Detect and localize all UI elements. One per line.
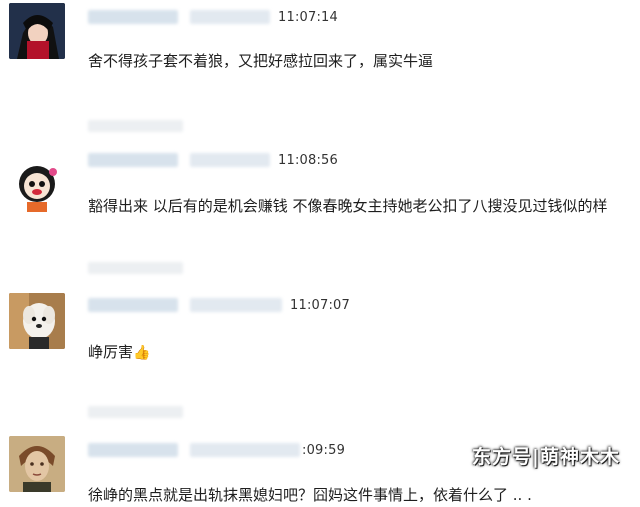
blurred-separator <box>88 262 183 274</box>
comment-text: 峥厉害👍 <box>88 341 150 362</box>
comment-text: 舍不得孩子套不着狼，又把好感拉回来了，属实牛逼 <box>88 52 434 70</box>
blurred-separator <box>88 406 183 418</box>
comment-meta: 11:08:56 <box>88 149 338 171</box>
blurred-username <box>88 443 178 457</box>
comment-meta: 11:07:14 <box>88 6 338 28</box>
thumbs-up-icon: 👍 <box>133 345 151 361</box>
comment-time: :09:59 <box>302 442 346 458</box>
comment-item: 11:07:14 舍不得孩子套不着狼，又把好感拉回来了，属实牛逼 <box>0 0 640 132</box>
blurred-username <box>190 10 270 24</box>
dog-avatar-icon[interactable] <box>9 293 65 349</box>
blurred-username <box>88 298 178 312</box>
comment-meta: :09:59 <box>88 439 345 461</box>
comment-item: 11:07:07 峥厉害👍 <box>0 287 640 418</box>
comment-meta: 11:07:07 <box>88 294 350 316</box>
watermark: 东方号|萌神木木 <box>472 446 620 468</box>
comment-time: 11:07:14 <box>278 9 338 25</box>
comment-text: 豁得出来 以后有的是机会赚钱 不像春晚女主持她老公扣了八搜没见过钱似的样 <box>88 197 608 215</box>
cartoon-girl-avatar-icon[interactable] <box>9 158 65 214</box>
blurred-username <box>88 153 178 167</box>
comment-time: 11:07:07 <box>290 297 350 313</box>
comment-item: 11:08:56 豁得出来 以后有的是机会赚钱 不像春晚女主持她老公扣了八搜没见… <box>0 145 640 274</box>
blurred-separator <box>88 120 183 132</box>
blurred-username <box>190 298 282 312</box>
portrait-avatar-icon[interactable] <box>9 436 65 492</box>
blurred-username <box>190 153 270 167</box>
comment-text-content: 峥厉害 <box>88 343 134 361</box>
blurred-username <box>88 10 178 24</box>
comment-time: 11:08:56 <box>278 152 338 168</box>
blurred-username <box>190 443 300 457</box>
comment-text: 徐峥的黑点就是出轨抹黑媳妇吧？囧妈这件事情上，依着什么了 .. . <box>88 486 532 504</box>
anime-avatar-icon[interactable] <box>9 3 65 59</box>
